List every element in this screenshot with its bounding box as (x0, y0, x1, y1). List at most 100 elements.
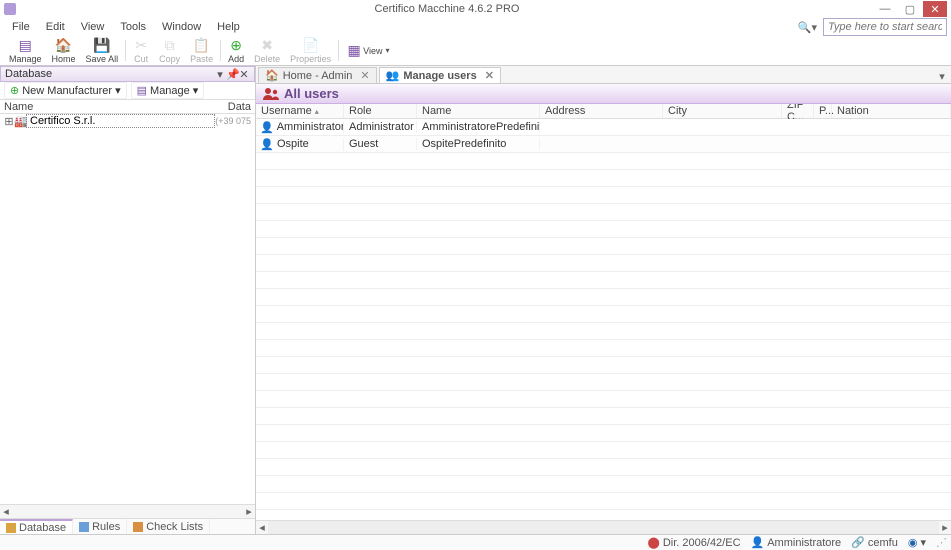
toolbar-label: Save All (86, 54, 119, 64)
plus-icon: ⊕ (10, 84, 19, 97)
tab-label: Check Lists (146, 521, 203, 533)
close-tab-icon[interactable]: ✕ (360, 69, 369, 82)
plus-icon: ⊕ (228, 37, 244, 53)
chevron-down-icon: ▾ (193, 84, 199, 97)
col-data[interactable]: Data (219, 101, 255, 113)
users-icon (262, 86, 280, 102)
menu-edit[interactable]: Edit (38, 19, 73, 35)
col-nation[interactable]: Nation (832, 104, 951, 118)
grid-body: 👤AmministratoreAdministratorAmministrato… (256, 119, 951, 520)
tab-label: Rules (92, 521, 120, 533)
toolbar-label: View (363, 46, 382, 56)
menu-file[interactable]: File (4, 19, 38, 35)
status-directive[interactable]: ⬤Dir. 2006/42/EC (648, 536, 741, 549)
empty-row (256, 459, 951, 476)
add-button[interactable]: ⊕Add (223, 36, 249, 65)
tree-row[interactable]: ⊞ 🏭 Certifico S.r.l. (+39 075 (0, 114, 255, 128)
scroll-left-icon[interactable]: ◂ (256, 521, 268, 534)
cell-username: Ospite (277, 138, 309, 150)
table-row[interactable]: 👤OspiteGuestOspitePredefinito (256, 136, 951, 153)
toolbar-label: Properties (290, 54, 331, 64)
table-row[interactable]: 👤AmministratoreAdministratorAmministrato… (256, 119, 951, 136)
search-input[interactable] (823, 18, 947, 36)
home-icon: 🏠 (56, 37, 72, 53)
panel-pin-icon[interactable]: ▾ (214, 68, 226, 81)
copy-button: ⧉Copy (154, 36, 185, 65)
col-role[interactable]: Role (344, 104, 417, 118)
status-extra[interactable]: ◉▾ (908, 536, 926, 549)
empty-row (256, 442, 951, 459)
content-hscroll[interactable]: ◂ ▸ (256, 520, 951, 534)
home-button[interactable]: 🏠Home (47, 36, 81, 65)
minimize-button[interactable]: — (873, 1, 897, 17)
col-p[interactable]: P... (814, 104, 832, 118)
cut-icon: ✂ (133, 37, 149, 53)
empty-row (256, 221, 951, 238)
menu-tools[interactable]: Tools (112, 19, 154, 35)
link-icon: 🔗 (851, 536, 865, 549)
empty-row (256, 238, 951, 255)
left-tab-database[interactable]: Database (0, 519, 73, 534)
panel-subtoolbar: ⊕ New Manufacturer ▾ ▤ Manage ▾ (0, 82, 255, 100)
search-icon[interactable]: 🔍▾ (798, 21, 817, 34)
col-name[interactable]: Name (417, 104, 540, 118)
list-icon: ▤ (137, 84, 147, 97)
list-icon: ▤ (17, 37, 33, 53)
chevron-down-icon: ▾ (386, 46, 390, 55)
scroll-right-icon[interactable]: ▸ (939, 521, 951, 534)
col-zipc[interactable]: ZIP C... (782, 104, 814, 118)
col-city[interactable]: City (663, 104, 782, 118)
view-button[interactable]: ▦View▾ (341, 36, 394, 65)
menu-view[interactable]: View (73, 19, 113, 35)
empty-row (256, 425, 951, 442)
new-manufacturer-button[interactable]: ⊕ New Manufacturer ▾ (4, 82, 127, 99)
maximize-button[interactable]: ▢ (898, 1, 922, 17)
col-username[interactable]: Username▴ (256, 104, 344, 118)
section-title: All users (284, 86, 339, 101)
manage-button[interactable]: ▤Manage (4, 36, 47, 65)
tabs-dropdown[interactable]: ▾ (935, 70, 949, 83)
toolbar: ▤Manage🏠Home💾Save All✂Cut⧉Copy📋Paste⊕Add… (0, 36, 951, 66)
tree-item-label: Certifico S.r.l. (26, 114, 215, 128)
expand-icon[interactable]: ⊞ (4, 115, 14, 128)
scroll-left-icon[interactable]: ◂ (0, 505, 12, 518)
tree-item-data: (+39 075 (215, 116, 251, 126)
props-icon: 📄 (303, 37, 319, 53)
col-name[interactable]: Name (0, 101, 219, 113)
status-user[interactable]: 👤Amministratore (751, 536, 842, 549)
menu-help[interactable]: Help (209, 19, 248, 35)
toolbar-label: Delete (254, 54, 280, 64)
cell-name: AmministratorePredefinito (417, 121, 540, 133)
doc-tab-users[interactable]: 👥Manage users✕ (379, 67, 501, 83)
left-hscroll[interactable]: ◂ ▸ (0, 504, 255, 518)
close-tab-icon[interactable]: ✕ (485, 69, 494, 82)
document-tabs: 🏠Home - Admin✕👥Manage users✕ ▾ (256, 66, 951, 84)
tree-header: Name Data (0, 100, 255, 114)
empty-row (256, 493, 951, 510)
x-icon: ✖ (259, 37, 275, 53)
panel-close-icon[interactable]: ✕ (238, 68, 250, 81)
manage-dropdown[interactable]: ▤ Manage ▾ (131, 82, 205, 99)
close-button[interactable]: ✕ (923, 1, 947, 17)
empty-row (256, 340, 951, 357)
panel-pin-icon2[interactable]: 📌 (226, 68, 238, 81)
chevron-down-icon: ▾ (115, 84, 121, 97)
cell-username: Amministratore (277, 121, 344, 133)
grid-header: Username▴RoleNameAddressCityZIP C...P...… (256, 104, 951, 119)
scroll-right-icon[interactable]: ▸ (243, 505, 255, 518)
col-address[interactable]: Address (540, 104, 663, 118)
left-tab-rules[interactable]: Rules (73, 519, 127, 534)
saveall-button[interactable]: 💾Save All (81, 36, 124, 65)
paste-button: 📋Paste (185, 36, 218, 65)
left-tab-checklists[interactable]: Check Lists (127, 519, 210, 534)
toolbar-label: Paste (190, 54, 213, 64)
status-server[interactable]: 🔗cemfu (851, 536, 898, 549)
doc-tab-home[interactable]: 🏠Home - Admin✕ (258, 67, 377, 83)
users-icon: 👥 (386, 69, 400, 82)
copy-icon: ⧉ (162, 37, 178, 53)
menu-window[interactable]: Window (154, 19, 209, 35)
resize-grip[interactable]: ⋰ (936, 536, 947, 549)
empty-row (256, 204, 951, 221)
cell-name: OspitePredefinito (417, 138, 540, 150)
tab-icon (79, 522, 89, 532)
